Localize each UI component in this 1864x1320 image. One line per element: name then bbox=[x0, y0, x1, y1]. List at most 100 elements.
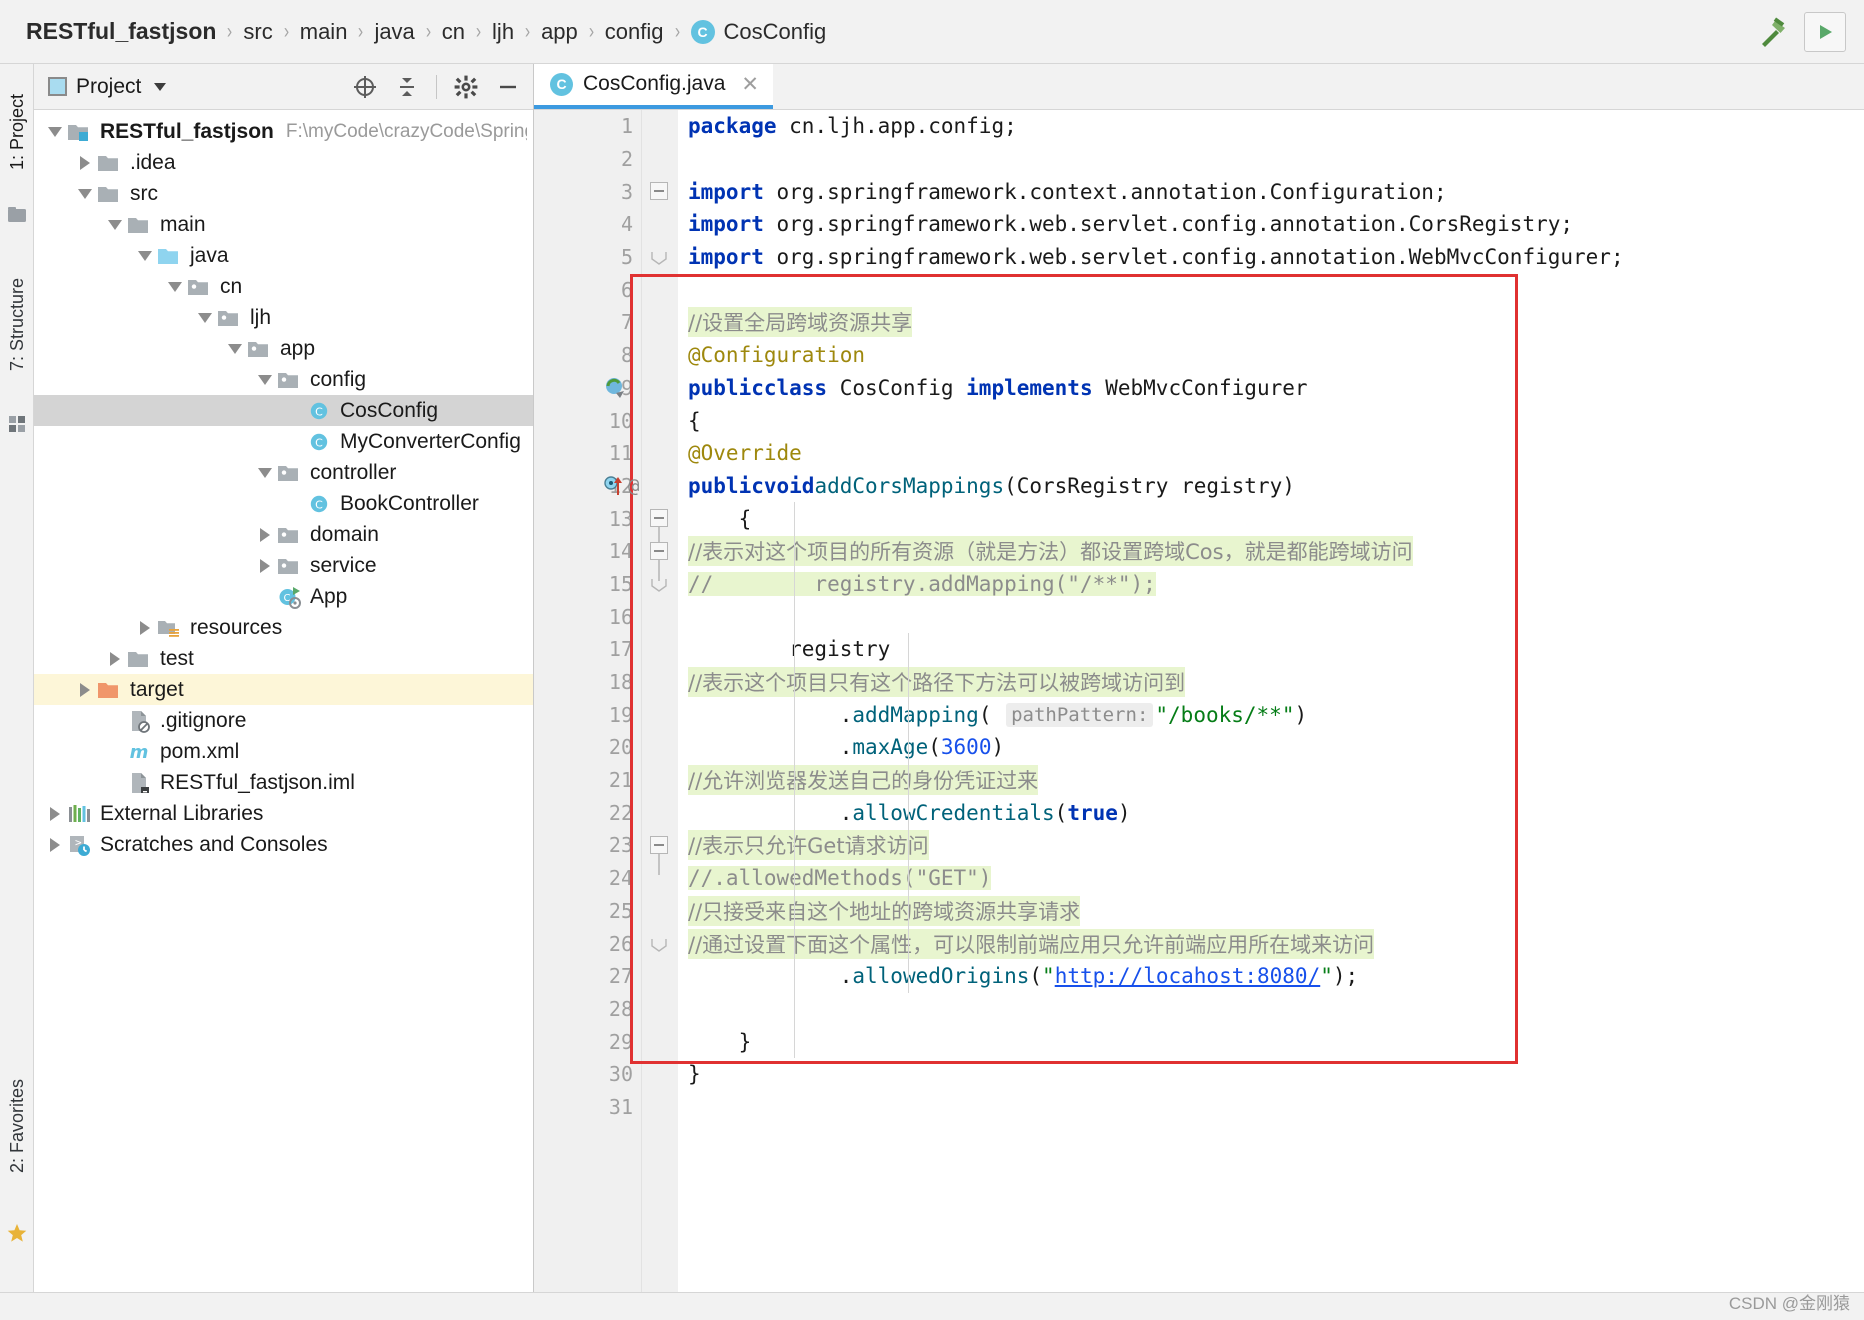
code-line[interactable]: . maxAge(3600) bbox=[678, 731, 1864, 764]
sidebar-item-favorites[interactable]: 2: Favorites bbox=[0, 1046, 34, 1206]
tree-node-test[interactable]: test bbox=[34, 643, 533, 674]
chevron-down-icon[interactable] bbox=[154, 82, 167, 91]
code-line[interactable]: // registry.addMapping("/**"); bbox=[678, 568, 1864, 601]
code-line[interactable]: . addMapping( pathPattern: "/books/**") bbox=[678, 698, 1864, 731]
tree-node-service[interactable]: service bbox=[34, 550, 533, 581]
tree-node-ljh[interactable]: ljh bbox=[34, 302, 533, 333]
twisty-right-icon[interactable] bbox=[134, 620, 156, 635]
code-line[interactable]: @Configuration bbox=[678, 339, 1864, 372]
twisty-down-icon[interactable] bbox=[194, 312, 216, 323]
close-icon[interactable]: ✕ bbox=[741, 72, 759, 97]
code-line[interactable] bbox=[678, 273, 1864, 306]
code-line[interactable]: //表示只允许Get请求访问 bbox=[678, 829, 1864, 862]
code-line[interactable]: registry bbox=[678, 633, 1864, 666]
tree-node-controller[interactable]: controller bbox=[34, 457, 533, 488]
twisty-down-icon[interactable] bbox=[44, 126, 66, 137]
tree-node-app[interactable]: app bbox=[34, 333, 533, 364]
code-editor[interactable]: 1 2 3 4 5 6 7 8 9 10 11 12 13 14 15 16 17 18 19 20 21 22 23 24 2… bbox=[534, 110, 1864, 1292]
tab-cosconfig-java[interactable]: C CosConfig.java ✕ bbox=[534, 63, 774, 109]
tree-node-gitignore[interactable]: .gitignore bbox=[34, 705, 533, 736]
code-line[interactable]: //允许浏览器发送自己的身份凭证过来 bbox=[678, 764, 1864, 797]
twisty-right-icon[interactable] bbox=[254, 527, 276, 542]
locate-icon[interactable] bbox=[352, 74, 378, 100]
tree-node-myconverterconfig[interactable]: C MyConverterConfig bbox=[34, 426, 533, 457]
code-line[interactable]: public class CosConfig implements WebMvc… bbox=[678, 372, 1864, 405]
tree-node-scratches-and-consoles[interactable]: > Scratches and Consoles bbox=[34, 829, 533, 860]
code-line[interactable]: //只接受来自这个地址的跨域资源共享请求 bbox=[678, 895, 1864, 928]
code-line[interactable] bbox=[678, 1091, 1864, 1124]
twisty-down-icon[interactable] bbox=[134, 250, 156, 261]
code-folding-column[interactable] bbox=[642, 110, 678, 1292]
twisty-right-icon[interactable] bbox=[74, 155, 96, 170]
tree-node-external-libraries[interactable]: External Libraries bbox=[34, 798, 533, 829]
tree-node-restful-fastjson-iml[interactable]: RESTful_fastjson.iml bbox=[34, 767, 533, 798]
fold-collapse-icon[interactable] bbox=[650, 542, 668, 561]
code-line[interactable]: package cn.ljh.app.config; bbox=[678, 110, 1864, 143]
code-line[interactable] bbox=[678, 993, 1864, 1026]
tree-node-src[interactable]: src bbox=[34, 178, 533, 209]
hammer-icon[interactable] bbox=[1756, 15, 1790, 49]
project-tree[interactable]: RESTful_fastjson F:\myCode\crazyCode\Spri… bbox=[34, 110, 533, 1292]
tree-node-domain[interactable]: domain bbox=[34, 519, 533, 550]
breadcrumb-item-src[interactable]: src bbox=[234, 19, 281, 45]
fold-collapse-icon[interactable] bbox=[650, 509, 668, 528]
twisty-right-icon[interactable] bbox=[254, 558, 276, 573]
fold-end-icon[interactable] bbox=[651, 250, 667, 265]
breadcrumb-item-main[interactable]: main bbox=[291, 19, 357, 45]
run-button[interactable] bbox=[1804, 11, 1846, 52]
code-line[interactable]: //通过设置下面这个属性，可以限制前端应用只允许前端应用所在域来访问 bbox=[678, 927, 1864, 960]
breadcrumb-item-java[interactable]: java bbox=[365, 19, 423, 45]
code-line[interactable]: //表示这个项目只有这个路径下方法可以被跨域访问到 bbox=[678, 666, 1864, 699]
gear-icon[interactable] bbox=[453, 74, 479, 100]
fold-collapse-icon[interactable] bbox=[650, 182, 668, 201]
spring-bean-icon[interactable] bbox=[604, 377, 626, 399]
breadcrumb-item-ljh[interactable]: ljh bbox=[483, 19, 523, 45]
code-line[interactable]: . allowedOrigins(" http://locahost:8080/")… bbox=[678, 960, 1864, 993]
breadcrumb-item-class[interactable]: C CosConfig bbox=[682, 19, 836, 45]
twisty-right-icon[interactable] bbox=[104, 651, 126, 666]
fold-end-icon[interactable] bbox=[651, 577, 667, 592]
breadcrumb-item-project[interactable]: RESTful_fastjson bbox=[26, 18, 225, 45]
tree-node-idea[interactable]: .idea bbox=[34, 147, 533, 178]
code-line[interactable]: //表示对这个项目的所有资源（就是方法）都设置跨域Cos，就是都能跨域访问 bbox=[678, 535, 1864, 568]
fold-collapse-icon[interactable] bbox=[650, 836, 668, 855]
tree-node-cn[interactable]: cn bbox=[34, 271, 533, 302]
tree-node-cosconfig[interactable]: C CosConfig bbox=[34, 395, 533, 426]
collapse-all-icon[interactable] bbox=[394, 74, 420, 100]
twisty-down-icon[interactable] bbox=[164, 281, 186, 292]
fold-end-icon[interactable] bbox=[651, 937, 667, 952]
twisty-down-icon[interactable] bbox=[254, 467, 276, 478]
twisty-right-icon[interactable] bbox=[74, 682, 96, 697]
tree-node-restful-fastjson[interactable]: RESTful_fastjson F:\myCode\crazyCode\Spri… bbox=[34, 116, 533, 147]
code-line[interactable] bbox=[678, 143, 1864, 176]
tree-node-app[interactable]: C App bbox=[34, 581, 533, 612]
tree-node-resources[interactable]: resources bbox=[34, 612, 533, 643]
code-line[interactable]: } bbox=[678, 1058, 1864, 1091]
code-line[interactable]: { bbox=[678, 502, 1864, 535]
code-line[interactable]: //设置全局跨域资源共享 bbox=[678, 306, 1864, 339]
tree-node-bookcontroller[interactable]: C BookController bbox=[34, 488, 533, 519]
implementing-method-icon[interactable]: @ bbox=[604, 475, 639, 497]
breadcrumb-item-app[interactable]: app bbox=[532, 19, 587, 45]
twisty-right-icon[interactable] bbox=[44, 806, 66, 821]
project-panel-title-group[interactable]: Project bbox=[48, 75, 167, 99]
code-line[interactable] bbox=[678, 600, 1864, 633]
code-line[interactable]: @Override bbox=[678, 437, 1864, 470]
tree-node-java[interactable]: java bbox=[34, 240, 533, 271]
code-line[interactable]: public void addCorsMappings (CorsRegistry… bbox=[678, 470, 1864, 503]
code-line[interactable]: import org.springframework.web.servlet.c… bbox=[678, 208, 1864, 241]
code-line[interactable]: } bbox=[678, 1025, 1864, 1058]
tree-node-target[interactable]: target bbox=[34, 674, 533, 705]
tree-node-main[interactable]: main bbox=[34, 209, 533, 240]
breadcrumb-item-cn[interactable]: cn bbox=[433, 19, 474, 45]
sidebar-item-structure[interactable]: 7: Structure bbox=[0, 250, 34, 400]
breadcrumb-item-config[interactable]: config bbox=[596, 19, 673, 45]
code-line[interactable]: import org.springframework.web.servlet.c… bbox=[678, 241, 1864, 274]
code-line[interactable]: . allowCredentials(true) bbox=[678, 796, 1864, 829]
tree-node-pom-xml[interactable]: m pom.xml bbox=[34, 736, 533, 767]
tree-node-config[interactable]: config bbox=[34, 364, 533, 395]
code-line[interactable]: { bbox=[678, 404, 1864, 437]
twisty-down-icon[interactable] bbox=[74, 188, 96, 199]
code-line[interactable]: //.allowedMethods("GET") bbox=[678, 862, 1864, 895]
minimize-icon[interactable] bbox=[495, 74, 521, 100]
